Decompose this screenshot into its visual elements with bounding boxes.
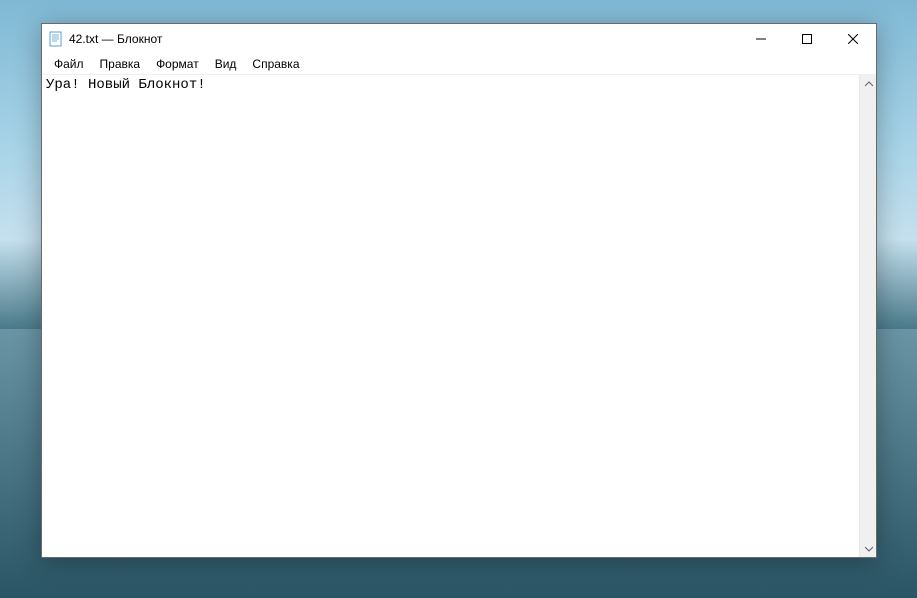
close-button[interactable] bbox=[830, 24, 876, 54]
menu-edit[interactable]: Правка bbox=[92, 55, 149, 73]
menu-view[interactable]: Вид bbox=[207, 55, 245, 73]
vertical-scrollbar[interactable] bbox=[859, 75, 876, 557]
maximize-button[interactable] bbox=[784, 24, 830, 54]
menu-file[interactable]: Файл bbox=[46, 55, 92, 73]
text-editor[interactable] bbox=[42, 75, 859, 557]
minimize-button[interactable] bbox=[738, 24, 784, 54]
chevron-down-icon bbox=[865, 546, 873, 552]
desktop-background: 42.txt — Блокнот Файл Правка bbox=[0, 0, 917, 598]
menu-help[interactable]: Справка bbox=[244, 55, 307, 73]
close-icon bbox=[848, 34, 858, 44]
notepad-icon bbox=[48, 31, 64, 47]
minimize-icon bbox=[756, 34, 766, 44]
window-controls bbox=[738, 24, 876, 54]
menu-format[interactable]: Формат bbox=[148, 55, 207, 73]
scroll-up-arrow[interactable] bbox=[860, 75, 877, 92]
menubar: Файл Правка Формат Вид Справка bbox=[42, 54, 876, 74]
titlebar[interactable]: 42.txt — Блокнот bbox=[42, 24, 876, 54]
editor-area bbox=[42, 74, 876, 557]
scroll-down-arrow[interactable] bbox=[860, 540, 877, 557]
maximize-icon bbox=[802, 34, 812, 44]
window-title: 42.txt — Блокнот bbox=[69, 32, 738, 46]
chevron-up-icon bbox=[865, 81, 873, 87]
notepad-window: 42.txt — Блокнот Файл Правка bbox=[41, 23, 877, 558]
